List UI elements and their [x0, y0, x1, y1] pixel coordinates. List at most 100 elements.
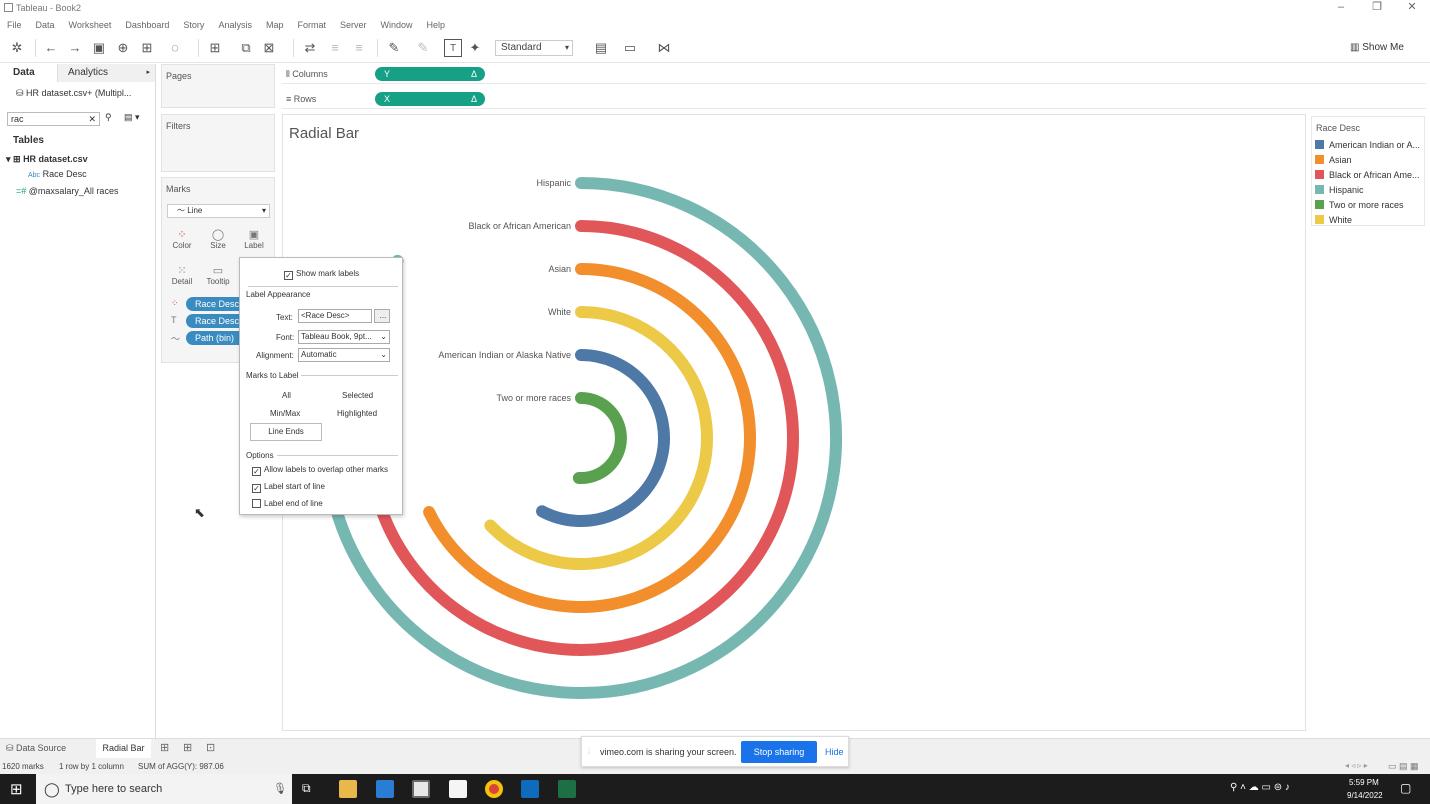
data-source-tab[interactable]: ⛁ Data Source — [6, 743, 66, 754]
outlook-icon[interactable] — [521, 780, 539, 798]
group-icon[interactable]: ✎ — [414, 39, 432, 57]
pause-updates-icon[interactable]: ⊞ — [138, 39, 156, 57]
menu-worksheet[interactable]: Worksheet — [69, 20, 112, 30]
presentation-icon[interactable]: ▭ — [621, 39, 639, 57]
fit-select[interactable]: Standard ▾ — [495, 40, 573, 56]
pages-card[interactable]: Pages — [161, 64, 275, 108]
option-line-ends[interactable]: Line Ends — [250, 423, 322, 441]
duplicate-icon[interactable]: ⧉ — [237, 39, 255, 57]
sheet-tab-radial-bar[interactable]: Radial Bar — [96, 739, 151, 758]
size-button[interactable]: ◯ Size — [203, 225, 233, 255]
menu-server[interactable]: Server — [340, 20, 367, 30]
chrome-icon[interactable] — [485, 780, 503, 798]
label-start-checkbox[interactable]: ✓ Label start of line — [252, 482, 325, 493]
hide-button[interactable]: Hide — [825, 747, 844, 757]
detail-button[interactable]: ⁙ Detail — [167, 261, 197, 291]
close-icon[interactable]: ✕ — [1397, 0, 1427, 17]
option-selected[interactable]: Selected — [342, 391, 373, 400]
share-icon[interactable]: ⋈ — [655, 39, 673, 57]
drag-handle-icon[interactable]: ⦙ — [588, 746, 590, 757]
worksheet-view[interactable]: Radial Bar Hispanic Black or African Amer… — [282, 114, 1306, 731]
notifications-icon[interactable]: ▢ — [1400, 781, 1411, 795]
refresh-icon[interactable]: ◌ — [166, 39, 184, 57]
datasource-name[interactable]: ⛁ HR dataset.csv+ (Multipl... — [16, 88, 131, 99]
columns-pill[interactable]: YΔ — [375, 67, 485, 81]
field-search-input[interactable]: rac ✕ — [7, 112, 100, 126]
columns-shelf[interactable]: ⫴ Columns YΔ — [282, 64, 1426, 84]
excel-icon[interactable] — [558, 780, 576, 798]
new-datasource-icon[interactable]: ⊕ — [114, 39, 132, 57]
notepad-icon[interactable] — [449, 780, 467, 798]
stop-sharing-button[interactable]: Stop sharing — [741, 741, 817, 763]
system-tray-icons[interactable]: ⚲ ˄ ☁ ▭ ⊜ ♪ — [1230, 782, 1290, 793]
sort-asc-icon[interactable]: ≡ — [326, 39, 344, 57]
legend-item-hispanic[interactable]: Hispanic — [1315, 185, 1364, 197]
sheet-nav-icon[interactable]: ◂ ◃ ▹ ▸ — [1345, 761, 1368, 770]
radial-bar-black-or-african-american[interactable] — [363, 220, 799, 656]
label-button[interactable]: ▣ Label — [239, 225, 269, 255]
show-me-button[interactable]: ▥ Show Me — [1350, 42, 1404, 53]
undo-icon[interactable]: ← — [42, 39, 60, 57]
color-button[interactable]: ⁘ Color — [167, 225, 197, 255]
clock-time[interactable]: 5:59 PM — [1349, 778, 1379, 787]
tableau-logo-icon[interactable]: ✲ — [8, 39, 26, 57]
tab-data[interactable]: Data — [0, 64, 57, 82]
legend-item-two-or-more[interactable]: Two or more races — [1315, 200, 1404, 212]
menu-help[interactable]: Help — [427, 20, 446, 30]
clear-sheet-icon[interactable]: ⊠ — [260, 39, 278, 57]
field-maxsalary[interactable]: =# @maxsalary_All races — [16, 186, 118, 196]
menu-story[interactable]: Story — [183, 20, 204, 30]
legend-item-american-indian[interactable]: American Indian or A... — [1315, 140, 1420, 152]
redo-icon[interactable]: → — [66, 39, 84, 57]
legend-item-white[interactable]: White — [1315, 215, 1352, 227]
filter-icon[interactable]: ⚲ — [105, 112, 112, 123]
legend-item-black[interactable]: Black or African Ame... — [1315, 170, 1420, 182]
radial-bar-chart[interactable]: Hispanic Black or African American Asian Wh… — [283, 115, 1305, 730]
rows-pill[interactable]: XΔ — [375, 92, 485, 106]
legend-item-asian[interactable]: Asian — [1315, 155, 1352, 167]
clock-date[interactable]: 9/14/2022 — [1347, 791, 1383, 800]
option-minmax[interactable]: Min/Max — [270, 409, 300, 418]
filters-card[interactable]: Filters — [161, 114, 275, 172]
font-select[interactable]: Tableau Book, 9pt... ⌄ — [298, 330, 390, 344]
file-explorer-icon[interactable] — [339, 780, 357, 798]
highlight-icon[interactable]: ✎ — [385, 39, 403, 57]
view-mode-icons[interactable]: ▭ ▤ ▦ — [1388, 761, 1419, 772]
menu-dashboard[interactable]: Dashboard — [125, 20, 169, 30]
tableau-taskbar-icon[interactable] — [412, 780, 430, 798]
save-icon[interactable]: ▣ — [90, 39, 108, 57]
fix-axes-icon[interactable]: ✦ — [466, 39, 484, 57]
menu-data[interactable]: Data — [36, 20, 55, 30]
show-labels-icon[interactable]: T — [444, 39, 462, 57]
menu-analysis[interactable]: Analysis — [218, 20, 252, 30]
new-story-icon[interactable]: ⊡ — [206, 741, 215, 754]
new-worksheet-icon[interactable]: ⊞ — [206, 39, 224, 57]
radial-bar-two-or-more-races[interactable] — [572, 392, 627, 484]
alignment-select[interactable]: Automatic ⌄ — [298, 348, 390, 362]
allow-overlap-checkbox[interactable]: ✓ Allow labels to overlap other marks — [252, 465, 388, 476]
option-highlighted[interactable]: Highlighted — [337, 409, 377, 418]
option-all[interactable]: All — [282, 391, 291, 400]
mark-type-select[interactable]: 〜 Line ▾ — [167, 204, 270, 218]
minimize-icon[interactable]: – — [1326, 0, 1356, 17]
windows-start-icon[interactable]: ⊞ — [10, 780, 23, 798]
new-sheet-icon[interactable]: ⊞ — [160, 741, 169, 754]
text-input[interactable]: <Race Desc> — [298, 309, 372, 323]
task-view-icon[interactable]: ⧉ — [302, 781, 311, 796]
field-race-desc[interactable]: Abc Race Desc — [28, 169, 87, 179]
restore-icon[interactable]: ❐ — [1362, 0, 1392, 17]
new-dashboard-icon[interactable]: ⊞ — [183, 741, 192, 754]
view-options-icon[interactable]: ▤ ▾ — [124, 112, 140, 123]
label-end-checkbox[interactable]: Label end of line — [252, 499, 323, 508]
swap-icon[interactable]: ⇄ — [301, 39, 319, 57]
cards-icon[interactable]: ▤ — [592, 39, 610, 57]
menu-window[interactable]: Window — [381, 20, 413, 30]
menu-map[interactable]: Map — [266, 20, 284, 30]
rows-shelf[interactable]: ≡ Rows XΔ — [282, 89, 1426, 109]
tooltip-button[interactable]: ▭ Tooltip — [203, 261, 233, 291]
text-edit-button[interactable]: ... — [374, 309, 390, 323]
menu-format[interactable]: Format — [297, 20, 326, 30]
tab-analytics[interactable]: Analytics ▸ — [57, 64, 155, 82]
sort-desc-icon[interactable]: ≡ — [350, 39, 368, 57]
table-item[interactable]: ▾ ⊞ HR dataset.csv — [6, 154, 88, 165]
